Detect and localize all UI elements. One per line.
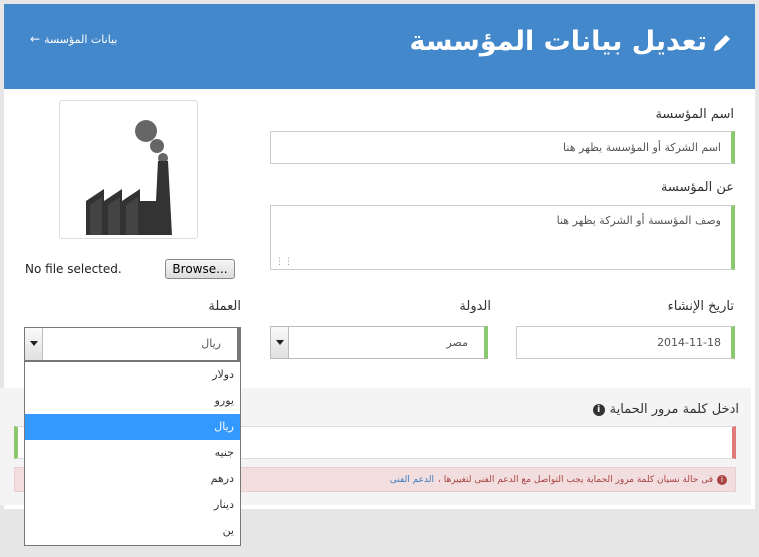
factory-icon — [86, 120, 172, 235]
page-title: تعديل بيانات المؤسسة — [409, 26, 707, 57]
currency-option[interactable]: يورو — [25, 388, 240, 414]
name-field[interactable]: اسم الشركة أو المؤسسة يظهر هنا — [270, 131, 735, 164]
back-link-label: بيانات المؤسسة — [44, 32, 118, 46]
currency-option[interactable]: دينار — [25, 492, 240, 518]
info-icon: i — [592, 403, 605, 416]
currency-option[interactable]: درهم — [25, 466, 240, 492]
currency-select-value: ريال — [201, 337, 221, 350]
support-link[interactable]: الدعم الفنى — [390, 475, 434, 485]
currency-option[interactable]: دولار — [25, 362, 240, 388]
pencil-icon — [711, 32, 733, 58]
back-link[interactable]: ← بيانات المؤسسة — [30, 32, 117, 46]
alert-info-icon: i — [717, 474, 727, 485]
currency-dropdown: دولار يورو ريال جنيه درهم دينار ين — [24, 361, 241, 546]
country-label: الدولة — [459, 299, 491, 314]
country-select[interactable]: مصر — [270, 326, 488, 359]
page-header: ← بيانات المؤسسة تعديل بيانات المؤسسة — [4, 4, 755, 89]
currency-select[interactable]: ريال — [24, 327, 241, 361]
currency-option-selected[interactable]: ريال — [25, 414, 240, 440]
alert-text: فى حالة نسيان كلمة مرور الحماية يجب التو… — [438, 474, 713, 485]
country-select-value: مصر — [446, 336, 468, 349]
name-label: اسم المؤسسة — [655, 107, 734, 122]
currency-label: العملة — [208, 299, 241, 314]
chevron-down-icon[interactable] — [271, 327, 289, 358]
protection-label: ادخل كلمة مرور الحماية i — [592, 402, 739, 417]
browse-button[interactable]: Browse... — [165, 259, 235, 279]
date-field[interactable]: 2014-11-18 — [516, 326, 735, 359]
file-status: No file selected. — [25, 262, 122, 276]
currency-option[interactable]: ين — [25, 518, 240, 544]
about-textarea-value: وصف المؤسسة أو الشركة يظهر هنا — [556, 214, 721, 227]
about-label: عن المؤسسة — [660, 180, 734, 195]
chevron-down-icon[interactable] — [25, 328, 43, 360]
logo-preview — [59, 100, 198, 239]
arrow-left-icon: ← — [30, 32, 41, 46]
date-label: تاريخ الإنشاء — [667, 299, 734, 314]
currency-option[interactable]: جنيه — [25, 440, 240, 466]
protection-label-text: ادخل كلمة مرور الحماية — [609, 402, 739, 417]
date-field-value: 2014-11-18 — [657, 336, 721, 349]
resize-handle-icon[interactable]: ⋮⋮ — [275, 257, 293, 267]
about-textarea[interactable]: وصف المؤسسة أو الشركة يظهر هنا ⋮⋮ — [270, 205, 735, 270]
name-field-value: اسم الشركة أو المؤسسة يظهر هنا — [563, 141, 721, 154]
